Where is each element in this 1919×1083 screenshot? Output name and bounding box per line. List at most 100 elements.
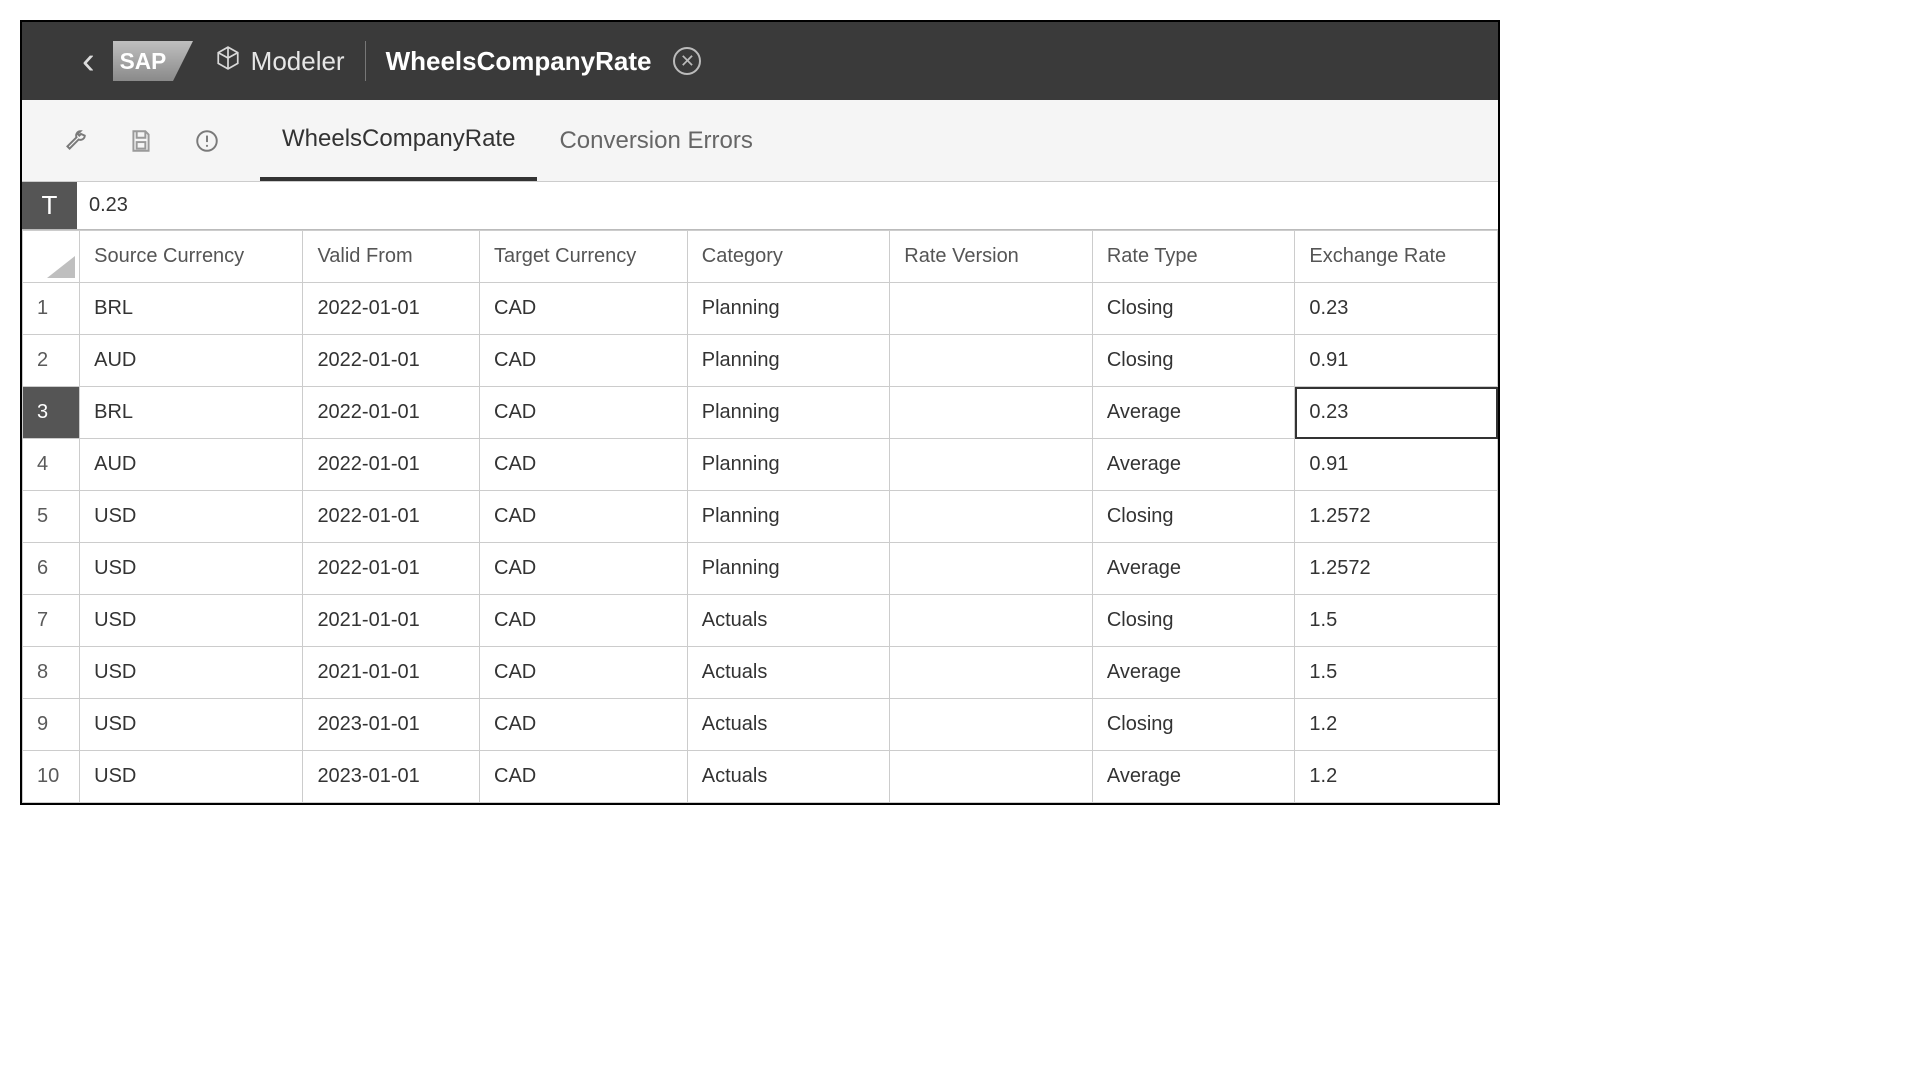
- cell[interactable]: CAD: [480, 283, 688, 335]
- cell[interactable]: 2021-01-01: [303, 647, 480, 699]
- cell[interactable]: 1.5: [1295, 595, 1498, 647]
- table-row[interactable]: 10USD2023-01-01CADActuals Average1.2: [23, 751, 1498, 803]
- cell[interactable]: CAD: [480, 439, 688, 491]
- formula-type-indicator[interactable]: T: [22, 182, 77, 229]
- table-row[interactable]: 2AUD2022-01-01CADPlanningClosing0.91: [23, 335, 1498, 387]
- cell[interactable]: [890, 751, 1093, 803]
- row-number[interactable]: 9: [23, 699, 80, 751]
- cell[interactable]: CAD: [480, 595, 688, 647]
- cell[interactable]: [890, 647, 1093, 699]
- cell[interactable]: [890, 491, 1093, 543]
- cell[interactable]: 2023-01-01: [303, 751, 480, 803]
- cell[interactable]: Actuals: [687, 699, 890, 751]
- cell[interactable]: USD: [80, 647, 303, 699]
- data-grid[interactable]: Source Currency Valid From Target Curren…: [22, 230, 1498, 803]
- col-target-currency[interactable]: Target Currency: [480, 231, 688, 283]
- cell[interactable]: BRL: [80, 283, 303, 335]
- cell[interactable]: USD: [80, 595, 303, 647]
- cell[interactable]: 1.2: [1295, 751, 1498, 803]
- row-number[interactable]: 1: [23, 283, 80, 335]
- cell[interactable]: 1.2: [1295, 699, 1498, 751]
- cell[interactable]: 2022-01-01: [303, 283, 480, 335]
- cell[interactable]: 0.23: [1295, 387, 1498, 439]
- cell[interactable]: USD: [80, 543, 303, 595]
- cell[interactable]: Closing: [1092, 335, 1295, 387]
- modeler-label[interactable]: Modeler: [251, 46, 345, 77]
- row-number[interactable]: 4: [23, 439, 80, 491]
- cell[interactable]: 2022-01-01: [303, 543, 480, 595]
- cell[interactable]: Actuals: [687, 595, 890, 647]
- cell[interactable]: [890, 439, 1093, 491]
- cell[interactable]: [890, 595, 1093, 647]
- row-number[interactable]: 7: [23, 595, 80, 647]
- alert-icon[interactable]: [194, 128, 220, 154]
- cell[interactable]: Average: [1092, 439, 1295, 491]
- cell[interactable]: USD: [80, 751, 303, 803]
- table-row[interactable]: 8USD2021-01-01CADActualsAverage1.5: [23, 647, 1498, 699]
- cell[interactable]: [890, 699, 1093, 751]
- back-button[interactable]: ‹: [42, 40, 113, 83]
- close-tab-button[interactable]: ✕: [673, 47, 701, 75]
- cell[interactable]: Planning: [687, 283, 890, 335]
- cell[interactable]: Planning: [687, 491, 890, 543]
- cell[interactable]: Actuals: [687, 647, 890, 699]
- formula-input[interactable]: [77, 182, 1498, 229]
- cell[interactable]: [890, 387, 1093, 439]
- cell[interactable]: 2022-01-01: [303, 491, 480, 543]
- col-exchange-rate[interactable]: Exchange Rate: [1295, 231, 1498, 283]
- cell[interactable]: CAD: [480, 335, 688, 387]
- col-category[interactable]: Category: [687, 231, 890, 283]
- cell[interactable]: USD: [80, 699, 303, 751]
- cell[interactable]: [890, 543, 1093, 595]
- cell[interactable]: 1.2572: [1295, 491, 1498, 543]
- table-row[interactable]: 1BRL2022-01-01CADPlanning Closing0.23: [23, 283, 1498, 335]
- cell[interactable]: AUD: [80, 335, 303, 387]
- cell[interactable]: CAD: [480, 387, 688, 439]
- cell[interactable]: 2022-01-01: [303, 335, 480, 387]
- table-row[interactable]: 4AUD2022-01-01CADPlanning Average0.91: [23, 439, 1498, 491]
- wrench-icon[interactable]: [62, 128, 88, 154]
- row-number[interactable]: 6: [23, 543, 80, 595]
- cell[interactable]: Average: [1092, 543, 1295, 595]
- cell[interactable]: Closing: [1092, 595, 1295, 647]
- cell[interactable]: CAD: [480, 699, 688, 751]
- cell[interactable]: CAD: [480, 751, 688, 803]
- col-valid-from[interactable]: Valid From: [303, 231, 480, 283]
- cell[interactable]: Closing: [1092, 491, 1295, 543]
- cell[interactable]: 0.91: [1295, 439, 1498, 491]
- table-row[interactable]: 6USD2022-01-01CADPlanning Average1.2572: [23, 543, 1498, 595]
- row-number[interactable]: 8: [23, 647, 80, 699]
- cell[interactable]: 0.23: [1295, 283, 1498, 335]
- cell[interactable]: USD: [80, 491, 303, 543]
- col-rate-type[interactable]: Rate Type: [1092, 231, 1295, 283]
- tab-conversion-errors[interactable]: Conversion Errors: [537, 100, 774, 181]
- cell[interactable]: Planning: [687, 335, 890, 387]
- cell[interactable]: AUD: [80, 439, 303, 491]
- cell[interactable]: CAD: [480, 543, 688, 595]
- table-row[interactable]: 7USD2021-01-01CADActuals Closing1.5: [23, 595, 1498, 647]
- cell[interactable]: Average: [1092, 647, 1295, 699]
- save-icon[interactable]: [128, 128, 154, 154]
- cell[interactable]: BRL: [80, 387, 303, 439]
- cell[interactable]: Closing: [1092, 699, 1295, 751]
- cell[interactable]: [890, 335, 1093, 387]
- cell[interactable]: Planning: [687, 543, 890, 595]
- row-number[interactable]: 5: [23, 491, 80, 543]
- table-row[interactable]: 5USD2022-01-01CADPlanning Closing1.2572: [23, 491, 1498, 543]
- cell[interactable]: 2022-01-01: [303, 439, 480, 491]
- cell[interactable]: Average: [1092, 751, 1295, 803]
- table-row[interactable]: 3BRL2022-01-01CADPlanningAverage0.23: [23, 387, 1498, 439]
- cell[interactable]: CAD: [480, 491, 688, 543]
- cell[interactable]: CAD: [480, 647, 688, 699]
- cell[interactable]: Closing: [1092, 283, 1295, 335]
- cell[interactable]: 2021-01-01: [303, 595, 480, 647]
- row-number[interactable]: 2: [23, 335, 80, 387]
- tab-wheels-company-rate[interactable]: WheelsCompanyRate: [260, 100, 537, 181]
- cell[interactable]: 1.2572: [1295, 543, 1498, 595]
- cell[interactable]: Actuals: [687, 751, 890, 803]
- row-number[interactable]: 10: [23, 751, 80, 803]
- select-all-corner[interactable]: [23, 231, 80, 283]
- cell[interactable]: 2023-01-01: [303, 699, 480, 751]
- cell[interactable]: [890, 283, 1093, 335]
- cell[interactable]: Planning: [687, 439, 890, 491]
